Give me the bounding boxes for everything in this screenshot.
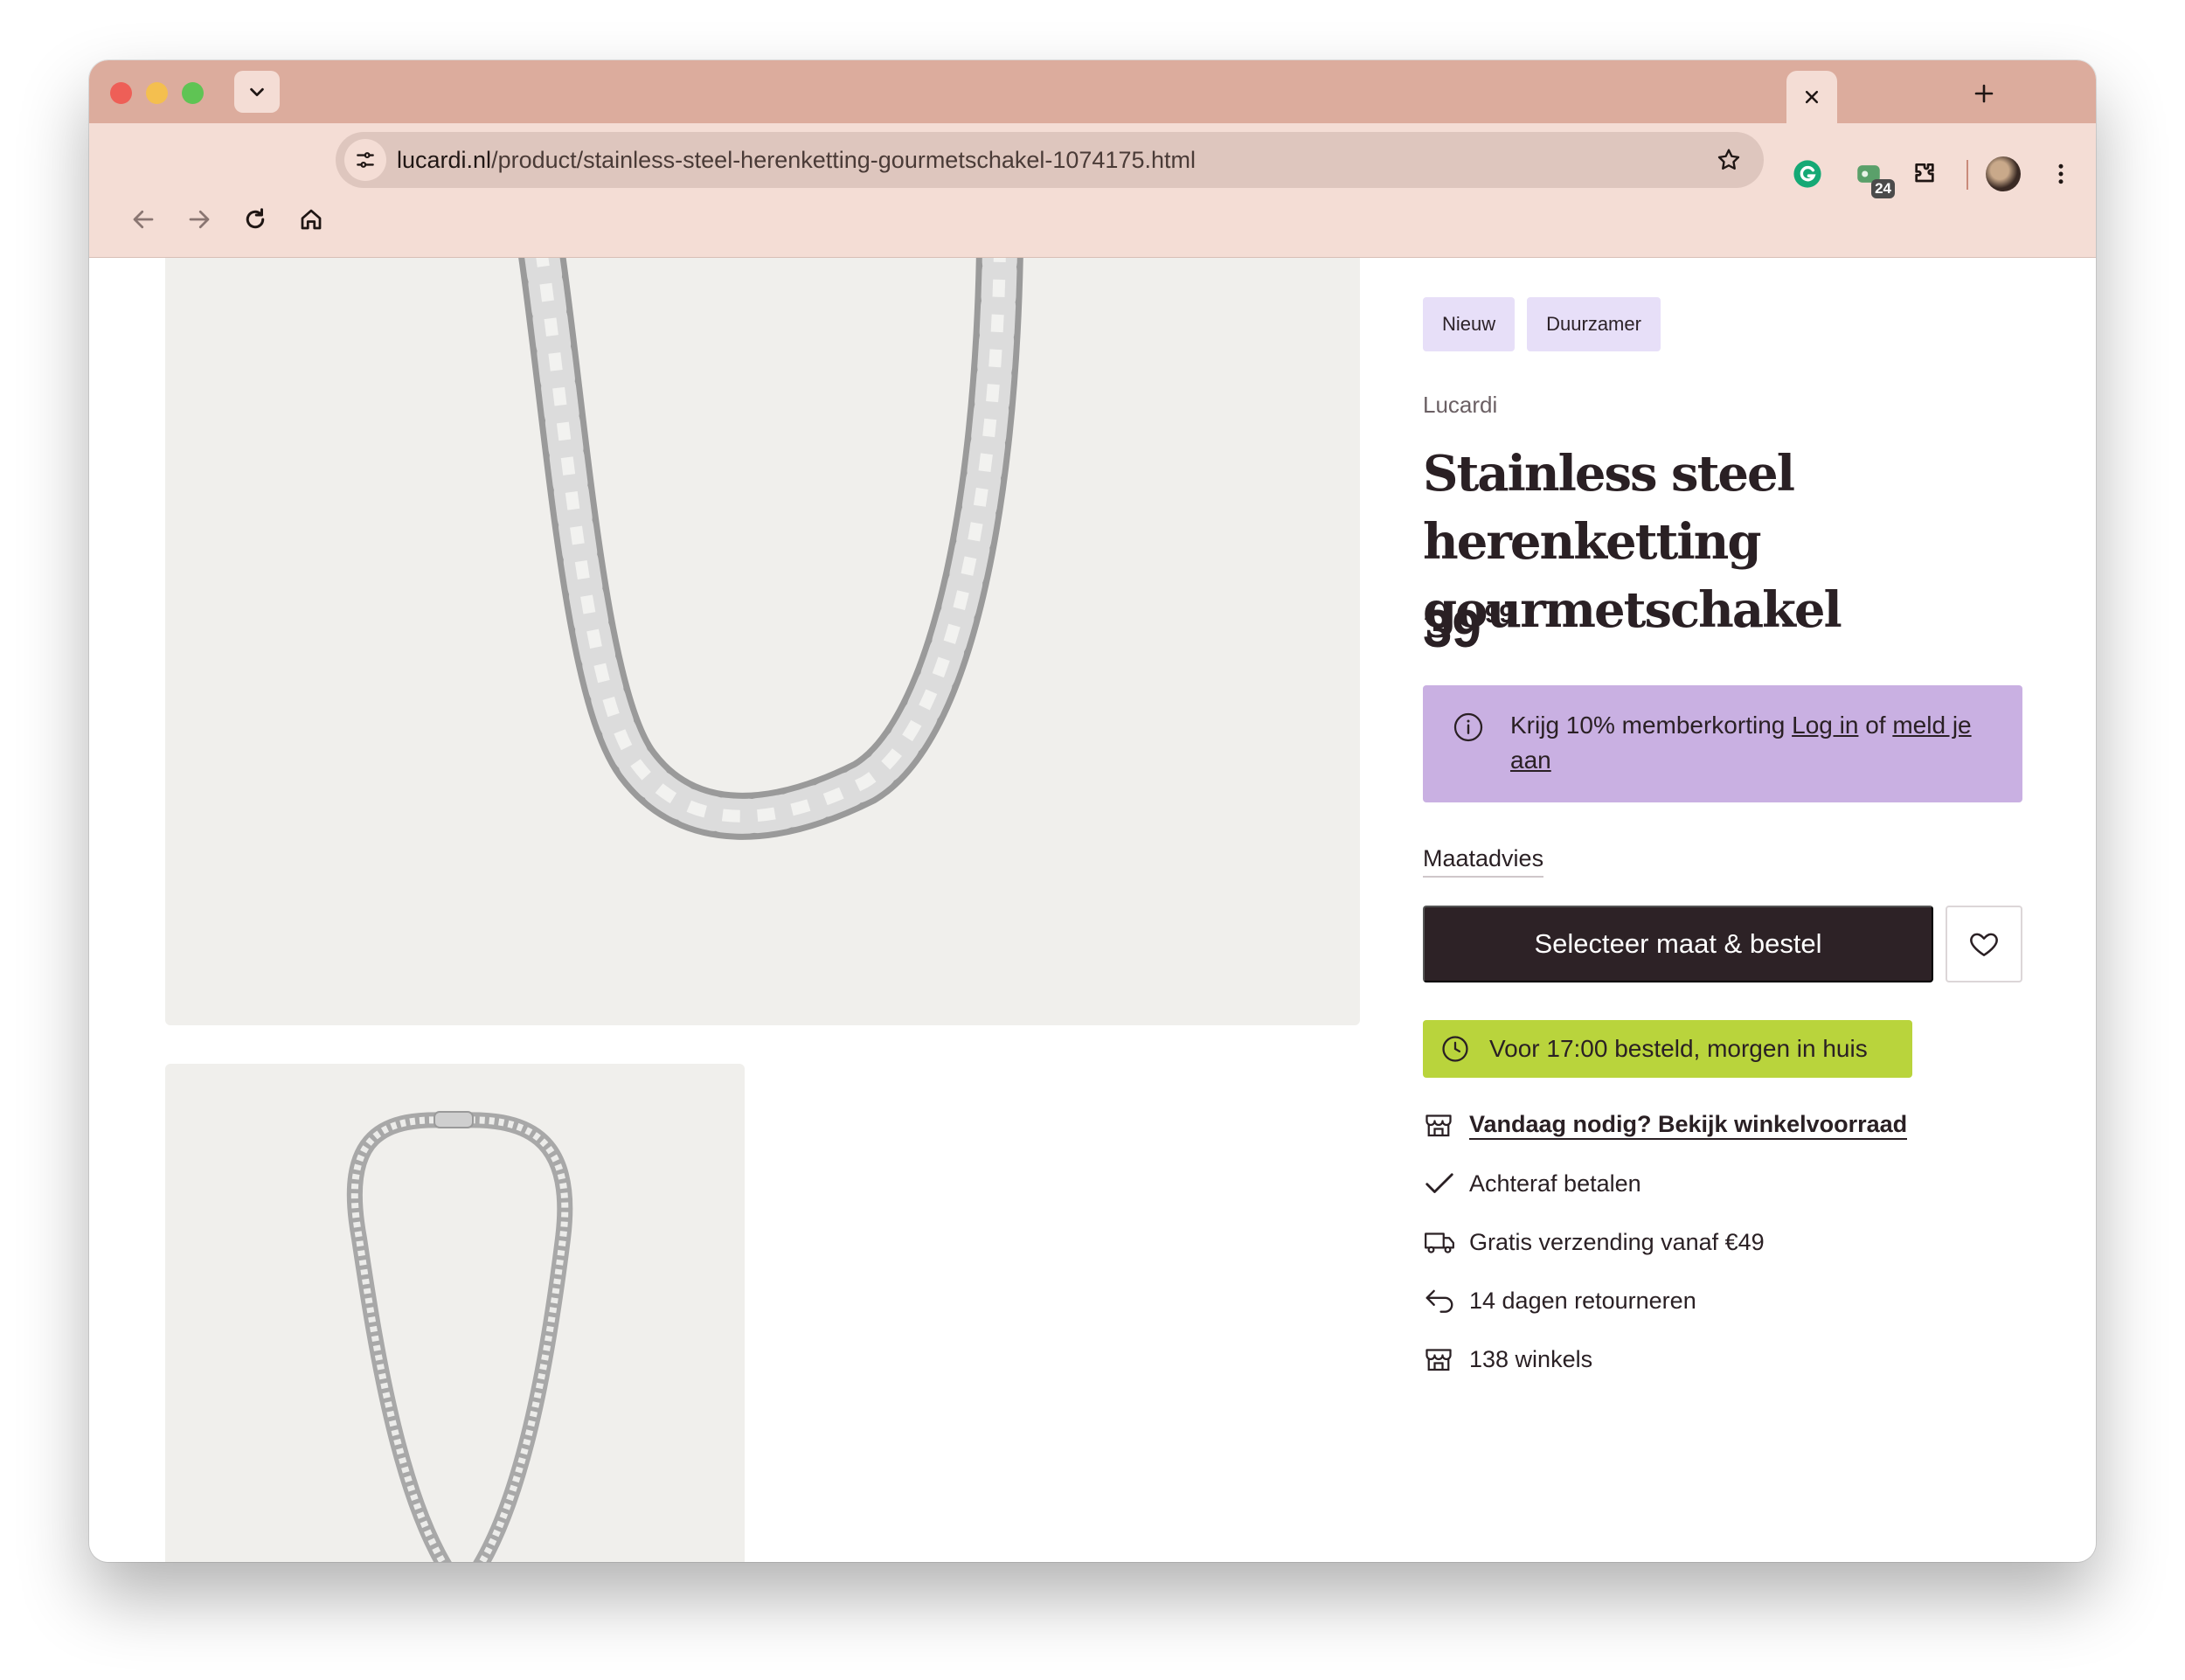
page-content: Nieuw Duurzamer Lucardi Stainless steel … xyxy=(89,258,2096,1562)
usp-returns: 14 dagen retourneren xyxy=(1423,1283,1696,1318)
product-price: 39 99 xyxy=(1423,600,1515,658)
product-brand[interactable]: Lucardi xyxy=(1423,392,1497,419)
forward-button[interactable] xyxy=(178,198,220,240)
extension-with-badge[interactable]: 24 xyxy=(1848,153,1895,198)
puzzle-icon xyxy=(1915,163,1934,183)
chevron-down-icon xyxy=(250,87,264,97)
url-text[interactable]: lucardi.nl/product/stainless-steel-heren… xyxy=(397,132,1196,188)
chain-necklace-full xyxy=(346,1111,573,1562)
price-whole: 39 xyxy=(1423,600,1481,658)
member-text-before: Krijg 10% memberkorting xyxy=(1510,712,1793,739)
toolbar-separator xyxy=(1966,160,1968,190)
plus-icon xyxy=(1974,84,1994,103)
maximize-window-button[interactable] xyxy=(182,82,204,104)
extension-badge: 24 xyxy=(1871,179,1895,198)
usp-stores-label: 138 winkels xyxy=(1469,1345,1593,1372)
usp-store-stock-label[interactable]: Vandaag nodig? Bekijk winkelvoorraad xyxy=(1469,1110,1908,1140)
usp-free-shipping-label: Gratis verzending vanaf €49 xyxy=(1469,1228,1765,1255)
browser-menu-button[interactable] xyxy=(2040,153,2082,195)
clock-icon xyxy=(1440,1034,1470,1064)
usp-store-stock[interactable]: Vandaag nodig? Bekijk winkelvoorraad xyxy=(1423,1107,1908,1142)
minimize-window-button[interactable] xyxy=(146,82,168,104)
tab-search-button[interactable] xyxy=(234,71,280,113)
close-window-button[interactable] xyxy=(110,82,132,104)
home-icon xyxy=(301,209,322,230)
chain-necklace-closeup xyxy=(518,258,1023,840)
active-tab[interactable] xyxy=(1786,71,1837,123)
grammarly-extension[interactable] xyxy=(1786,153,1828,195)
tune-icon xyxy=(357,152,374,168)
store-icon xyxy=(1423,1342,1458,1377)
product-tags: Nieuw Duurzamer xyxy=(1423,297,1661,351)
usp-pay-later: Achteraf betalen xyxy=(1423,1166,1641,1201)
add-to-wishlist-button[interactable] xyxy=(1946,906,2022,982)
tag-new: Nieuw xyxy=(1423,297,1516,351)
grammarly-icon xyxy=(1793,160,1821,188)
reload-icon xyxy=(246,208,265,229)
delivery-promise: Voor 17:00 besteld, morgen in huis xyxy=(1423,1020,1912,1078)
truck-icon xyxy=(1423,1225,1458,1260)
select-size-order-button[interactable]: Selecteer maat & bestel xyxy=(1423,906,1933,982)
heart-icon xyxy=(1970,933,1998,956)
member-text-middle: of xyxy=(1858,712,1893,739)
site-info-button[interactable] xyxy=(344,139,386,181)
tab-strip xyxy=(89,60,2096,123)
url-host: lucardi.nl xyxy=(397,147,492,173)
arrow-right-icon xyxy=(189,210,210,229)
address-bar[interactable]: lucardi.nl/product/stainless-steel-heren… xyxy=(336,132,1764,188)
close-icon[interactable] xyxy=(1803,88,1821,106)
browser-window: lucardi.nl/product/stainless-steel-heren… xyxy=(89,60,2096,1562)
usp-free-shipping: Gratis verzending vanaf €49 xyxy=(1423,1225,1765,1260)
browser-toolbar: lucardi.nl/product/stainless-steel-heren… xyxy=(89,123,2096,258)
check-icon xyxy=(1423,1166,1458,1201)
usp-returns-label: 14 dagen retourneren xyxy=(1469,1287,1696,1314)
reload-button[interactable] xyxy=(234,198,276,240)
product-image-secondary[interactable] xyxy=(165,1064,745,1562)
delivery-text: Voor 17:00 besteld, morgen in huis xyxy=(1489,1035,1868,1062)
tag-sustainable: Duurzamer xyxy=(1527,297,1661,351)
size-advice-link[interactable]: Maatadvies xyxy=(1423,845,1544,878)
extensions-menu-button[interactable] xyxy=(1904,153,1946,195)
bookmark-button[interactable] xyxy=(1711,142,1746,177)
kebab-menu-icon xyxy=(2058,163,2064,184)
new-tab-button[interactable] xyxy=(1966,76,2001,111)
member-discount-banner: Krijg 10% memberkorting Log in of meld j… xyxy=(1423,685,2022,802)
store-icon xyxy=(1423,1107,1458,1142)
login-link[interactable]: Log in xyxy=(1792,712,1858,739)
product-image-main[interactable] xyxy=(165,258,1360,1025)
home-button[interactable] xyxy=(290,198,332,240)
usp-stores: 138 winkels xyxy=(1423,1342,1592,1377)
profile-avatar[interactable] xyxy=(1986,156,2021,191)
price-cents: 99 xyxy=(1484,600,1515,628)
back-button[interactable] xyxy=(122,198,164,240)
arrow-left-icon xyxy=(133,210,154,229)
member-discount-text: Krijg 10% memberkorting Log in of meld j… xyxy=(1510,708,2000,778)
return-arrow-icon xyxy=(1423,1283,1458,1318)
info-icon xyxy=(1453,712,1483,742)
usp-pay-later-label: Achteraf betalen xyxy=(1469,1170,1641,1197)
url-path: /product/stainless-steel-herenketting-go… xyxy=(491,147,1196,173)
star-icon xyxy=(1717,149,1740,170)
